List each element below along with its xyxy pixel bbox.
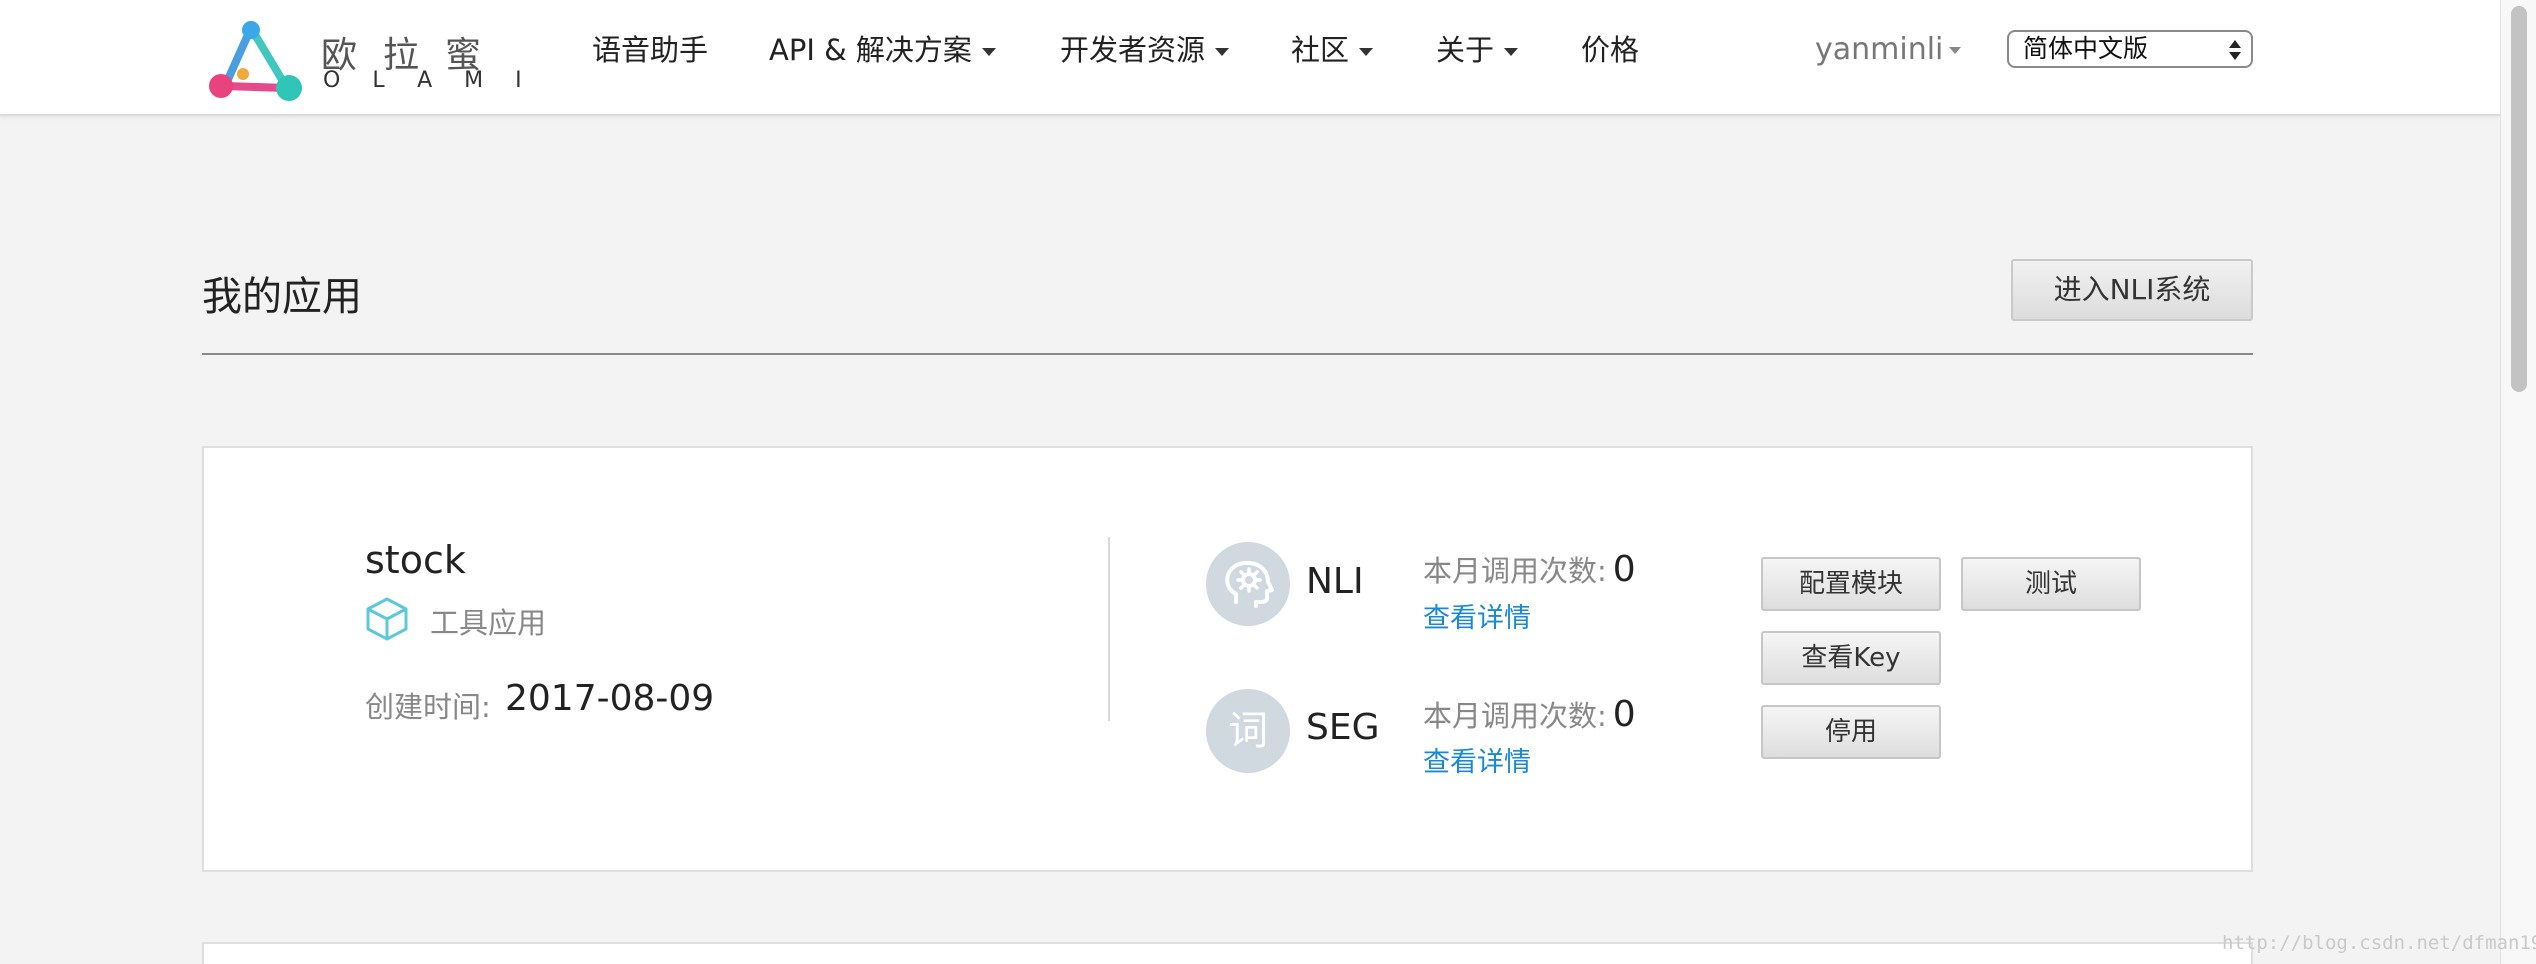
app-card xyxy=(202,446,2253,872)
nav-api-solutions[interactable]: API & 解决方案 xyxy=(769,28,996,72)
ci-glyph: 词 xyxy=(1228,708,1268,754)
username: yanminli xyxy=(1815,32,1944,67)
created-label: 创建时间: xyxy=(365,690,491,724)
enter-nli-button[interactable]: 进入NLI系统 xyxy=(2011,259,2253,321)
monthly-calls-nli: 本月调用次数: 0 xyxy=(1423,548,1636,590)
nav-label: 关于 xyxy=(1436,33,1495,67)
configure-modules-button[interactable]: 配置模块 xyxy=(1761,557,1941,611)
caret-down-icon xyxy=(1215,48,1230,56)
calls-label: 本月调用次数: xyxy=(1423,554,1607,588)
nav-label: 社区 xyxy=(1291,33,1350,67)
service-name-nli: NLI xyxy=(1306,561,1364,602)
nav-voice-assistant[interactable]: 语音助手 xyxy=(592,28,708,72)
caret-down-icon xyxy=(1359,48,1374,56)
watermark-text: http://blog.csdn.net/dfman197 xyxy=(2222,932,2536,954)
scrollbar-thumb[interactable] xyxy=(2511,6,2527,392)
page-title: 我的应用 xyxy=(202,274,362,320)
title-divider xyxy=(202,353,2253,355)
calls-value: 0 xyxy=(1612,694,1636,735)
app-card xyxy=(202,942,2253,964)
nav-label: 开发者资源 xyxy=(1060,33,1206,67)
app-name: stock xyxy=(365,538,466,582)
cube-icon xyxy=(366,597,408,641)
created-date: 2017-08-09 xyxy=(505,678,715,719)
nav-community[interactable]: 社区 xyxy=(1291,28,1374,72)
caret-down-icon xyxy=(1949,47,1962,54)
nav-label: 价格 xyxy=(1581,33,1640,67)
calls-value: 0 xyxy=(1612,549,1636,590)
card-divider xyxy=(1108,537,1110,721)
caret-down-icon xyxy=(1504,48,1519,56)
language-select[interactable]: 简体中文版 xyxy=(2007,30,2253,68)
olami-logo-icon xyxy=(209,21,302,101)
nav-label: 语音助手 xyxy=(592,33,709,67)
vertical-scrollbar[interactable] xyxy=(2500,0,2536,964)
nav-pricing[interactable]: 价格 xyxy=(1581,28,1639,72)
view-key-button[interactable]: 查看Key xyxy=(1761,631,1941,685)
user-menu[interactable]: yanminli xyxy=(1815,28,1962,72)
nav-label: API & 解决方案 xyxy=(769,33,972,67)
view-details-seg-link[interactable]: 查看详情 xyxy=(1423,740,1531,779)
language-selected-value: 简体中文版 xyxy=(2023,34,2149,63)
ci-word-icon: 词 xyxy=(1206,689,1290,773)
calls-label: 本月调用次数: xyxy=(1423,699,1607,733)
disable-button[interactable]: 停用 xyxy=(1761,705,1941,759)
select-arrows-icon xyxy=(2229,36,2241,64)
nav-developer-resources[interactable]: 开发者资源 xyxy=(1060,28,1230,72)
monthly-calls-seg: 本月调用次数: 0 xyxy=(1423,693,1636,735)
logo-text-en: OLAMI xyxy=(323,68,554,93)
test-button[interactable]: 测试 xyxy=(1961,557,2141,611)
app-type: 工具应用 xyxy=(430,606,547,640)
view-details-nli-link[interactable]: 查看详情 xyxy=(1423,596,1531,635)
olami-logo[interactable]: 欧拉蜜 OLAMI xyxy=(203,20,523,102)
service-name-seg: SEG xyxy=(1306,707,1380,748)
caret-down-icon xyxy=(981,48,996,56)
nav-about[interactable]: 关于 xyxy=(1436,28,1519,72)
top-navbar: 欧拉蜜 OLAMI 语音助手 API & 解决方案 开发者资源 社区 关于 价格… xyxy=(0,0,2500,116)
brain-gear-icon xyxy=(1206,542,1290,626)
